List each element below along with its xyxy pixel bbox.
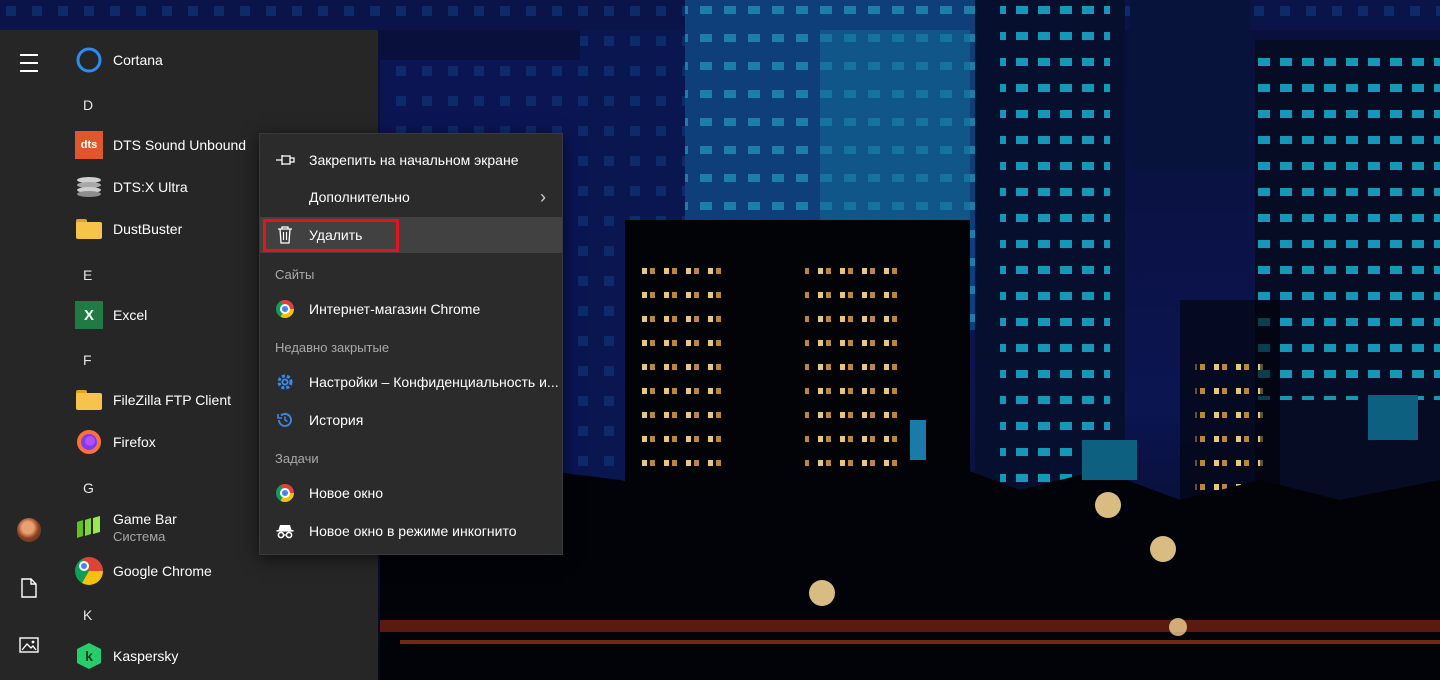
chrome-web-store-item[interactable]: Интернет-магазин Chrome: [260, 291, 562, 327]
history-icon: [274, 409, 296, 431]
pin-icon: [274, 149, 296, 171]
app-label: Game Bar: [113, 511, 177, 527]
app-label: Google Chrome: [113, 563, 212, 579]
firefox-icon: [75, 428, 103, 456]
settings-privacy-item[interactable]: Настройки – Конфиденциальность и...: [260, 364, 562, 400]
dts-icon: dts: [75, 131, 103, 159]
kaspersky-icon: k: [75, 642, 103, 670]
chrome-icon: [75, 557, 103, 585]
app-label: Kaspersky: [113, 648, 179, 664]
app-label: DTS:X Ultra: [113, 179, 188, 195]
letter-header-d[interactable]: D: [58, 90, 378, 120]
more-menu-item[interactable]: Дополнительно ›: [260, 179, 562, 215]
app-label: FileZilla FTP Client: [113, 392, 231, 408]
app-sublabel: Система: [113, 529, 166, 544]
pin-label: Закрепить на начальном экране: [309, 152, 519, 168]
sites-header: Сайты: [275, 267, 315, 282]
avatar[interactable]: [0, 510, 58, 550]
trash-icon: [274, 224, 296, 246]
app-label: Firefox: [113, 434, 156, 450]
folder-icon: [75, 215, 103, 243]
more-label: Дополнительно: [309, 189, 410, 205]
gear-icon: [274, 371, 296, 393]
pin-to-start-menu-item[interactable]: Закрепить на начальном экране: [260, 142, 562, 178]
app-label: Excel: [113, 307, 148, 323]
excel-icon: X: [75, 301, 103, 329]
chevron-right-icon: ›: [540, 186, 546, 207]
chrome-icon: [274, 482, 296, 504]
history-label: История: [309, 412, 364, 428]
start-left-rail: [0, 30, 58, 680]
game-bar-icon: [75, 514, 103, 542]
pictures-icon[interactable]: [0, 625, 58, 665]
kaspersky-icon-text: k: [85, 648, 93, 664]
app-cortana[interactable]: Cortana: [58, 39, 378, 81]
dts-icon-text: dts: [80, 139, 98, 151]
history-item[interactable]: История: [260, 402, 562, 438]
app-label: DustBuster: [113, 221, 183, 237]
incognito-window-item[interactable]: Новое окно в режиме инкогнито: [260, 513, 562, 549]
context-menu: Закрепить на начальном экране Дополнител…: [259, 133, 563, 555]
cortana-icon: [75, 46, 103, 74]
app-label: Cortana: [113, 52, 163, 68]
folder-icon: [75, 386, 103, 414]
excel-icon-text: X: [83, 306, 94, 324]
new-window-item[interactable]: Новое окно: [260, 475, 562, 511]
settings-label: Настройки – Конфиденциальность и...: [309, 374, 559, 390]
app-kaspersky[interactable]: k Kaspersky: [58, 635, 378, 677]
new-window-label: Новое окно: [309, 485, 384, 501]
app-google-chrome[interactable]: Google Chrome: [58, 550, 378, 592]
incognito-icon: [274, 520, 296, 542]
app-label: DTS Sound Unbound: [113, 137, 247, 153]
chrome-store-label: Интернет-магазин Chrome: [309, 301, 481, 317]
incognito-label: Новое окно в режиме инкогнито: [309, 523, 517, 539]
chrome-icon: [274, 298, 296, 320]
letter-header-k[interactable]: K: [58, 600, 378, 630]
delete-label: Удалить: [309, 227, 363, 243]
hamburger-icon[interactable]: [0, 43, 58, 83]
document-icon[interactable]: [0, 568, 58, 608]
recently-closed-header: Недавно закрытые: [275, 340, 390, 355]
dtsx-icon: [75, 173, 103, 201]
tasks-header: Задачи: [275, 451, 319, 466]
delete-menu-item[interactable]: Удалить: [260, 217, 562, 253]
